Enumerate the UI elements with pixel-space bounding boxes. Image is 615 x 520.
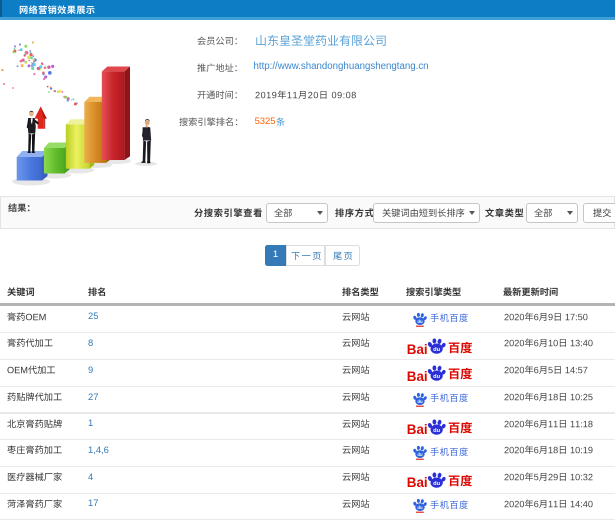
svg-text:du: du: [417, 399, 423, 404]
svg-text:du: du: [433, 348, 441, 354]
svg-text:du: du: [417, 452, 423, 457]
svg-text:du: du: [433, 428, 441, 434]
svg-text:du: du: [433, 481, 441, 487]
svg-text:du: du: [417, 319, 423, 324]
svg-text:du: du: [433, 374, 441, 380]
svg-text:du: du: [417, 505, 423, 510]
